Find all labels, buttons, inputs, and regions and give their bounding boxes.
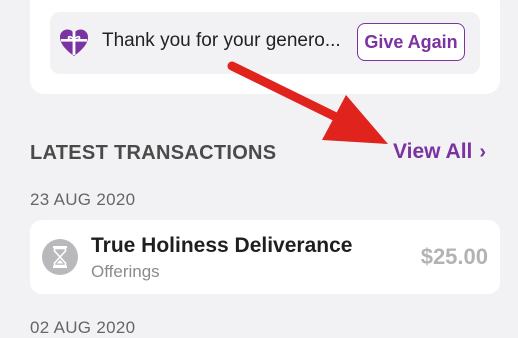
transaction-amount: $25.00 <box>420 244 488 269</box>
transaction-date-label: 23 AUG 2020 <box>30 190 136 209</box>
gift-heart-icon <box>60 29 88 56</box>
transaction-name: True Holiness Deliverance <box>91 234 353 257</box>
latest-transactions-heading: LATEST TRANSACTIONS <box>30 142 277 164</box>
give-again-button[interactable]: Give Again <box>357 23 465 61</box>
view-all-label: View All <box>393 140 473 163</box>
thank-you-card: Thank you for your genero... Give Again <box>30 0 500 94</box>
transaction-row[interactable]: True Holiness Deliverance Offerings $25.… <box>30 220 500 294</box>
transaction-date-label: 02 AUG 2020 <box>30 318 136 337</box>
transaction-category: Offerings <box>91 262 160 281</box>
view-all-link[interactable]: View All › <box>393 140 486 164</box>
thank-you-message: Thank you for your genero... <box>102 30 341 51</box>
thank-you-banner: Thank you for your genero... Give Again <box>50 12 480 74</box>
hourglass-icon <box>42 239 78 275</box>
chevron-right-icon: › <box>479 140 487 163</box>
